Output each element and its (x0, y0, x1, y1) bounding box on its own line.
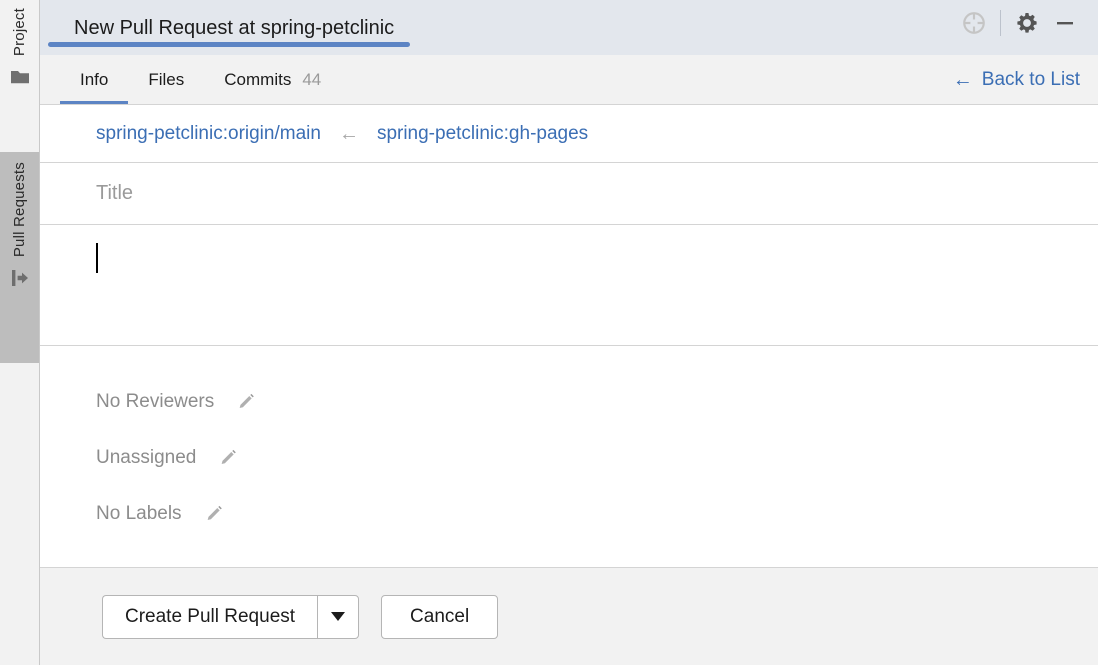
title-field-row (40, 163, 1098, 225)
description-field-row (40, 225, 1098, 346)
tab-files-label: Files (148, 70, 184, 90)
pencil-icon[interactable] (202, 501, 228, 527)
sidebar-item-project[interactable]: Project (0, 0, 39, 152)
create-pull-request-dropdown-button[interactable] (317, 595, 359, 639)
window-title: New Pull Request at spring-petclinic (74, 18, 394, 38)
sidebar-item-project-label: Project (12, 8, 27, 56)
reviewers-row: No Reviewers (40, 374, 1098, 430)
window-header: New Pull Request at spring-petclinic (40, 0, 1098, 55)
head-branch-link[interactable]: spring-petclinic:gh-pages (377, 123, 588, 145)
sidebar-item-pull-requests[interactable]: Pull Requests (0, 152, 39, 363)
labels-label: No Labels (96, 503, 182, 525)
tab-files[interactable]: Files (128, 55, 204, 104)
tab-commits-label: Commits (224, 70, 291, 90)
back-to-list-label: Back to List (982, 69, 1080, 91)
tool-window-stripe: Project Pull Requests (0, 0, 40, 665)
footer-action-bar: Create Pull Request Cancel (40, 568, 1098, 665)
header-separator (1000, 10, 1001, 36)
tab-bar-spacer (341, 55, 953, 104)
tab-commits-count: 44 (302, 70, 321, 90)
minimize-icon[interactable] (1046, 4, 1084, 42)
branch-direction-arrow-icon: ← (339, 124, 359, 144)
text-caret (96, 243, 98, 273)
title-input[interactable] (96, 182, 998, 205)
assignee-label: Unassigned (96, 447, 196, 469)
settings-icon[interactable] (1008, 4, 1046, 42)
assignee-row: Unassigned (40, 430, 1098, 486)
create-pull-request-split-button: Create Pull Request (102, 595, 359, 639)
branch-selector-row: spring-petclinic:origin/main ← spring-pe… (40, 105, 1098, 163)
pencil-icon[interactable] (234, 389, 260, 415)
metadata-section: No Reviewers Unassigned (40, 346, 1098, 568)
main-panel: New Pull Request at spring-petclinic (40, 0, 1098, 665)
pull-request-icon (9, 267, 31, 289)
labels-row: No Labels (40, 486, 1098, 542)
folder-icon (9, 66, 31, 88)
description-input[interactable] (96, 243, 1018, 331)
create-pull-request-label: Create Pull Request (125, 606, 295, 628)
create-pull-request-button[interactable]: Create Pull Request (102, 595, 317, 639)
pull-request-tool-window: Project Pull Requests New Pull Request a… (0, 0, 1098, 665)
window-tab-underline (48, 42, 410, 47)
back-to-list-link[interactable]: ← Back to List (953, 55, 1098, 104)
chevron-down-icon (331, 612, 345, 621)
back-arrow-icon: ← (953, 70, 973, 90)
sidebar-item-pull-requests-label: Pull Requests (12, 162, 27, 257)
reviewers-label: No Reviewers (96, 391, 214, 413)
cancel-button[interactable]: Cancel (381, 595, 498, 639)
tab-bar: Info Files Commits 44 ← Back to List (40, 55, 1098, 105)
window-actions (955, 0, 1098, 45)
tab-info-label: Info (80, 70, 108, 90)
tab-info[interactable]: Info (60, 55, 128, 104)
cancel-label: Cancel (410, 606, 469, 628)
tab-commits[interactable]: Commits 44 (204, 55, 341, 104)
base-branch-link[interactable]: spring-petclinic:origin/main (96, 123, 321, 145)
locate-icon[interactable] (955, 4, 993, 42)
pencil-icon[interactable] (216, 445, 242, 471)
window-tab[interactable]: New Pull Request at spring-petclinic (40, 0, 418, 55)
